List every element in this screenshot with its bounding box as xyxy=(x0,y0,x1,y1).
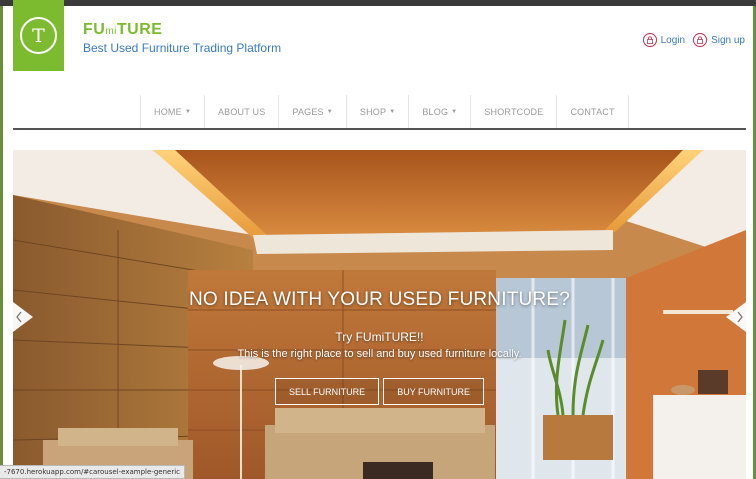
login-link[interactable]: Login xyxy=(642,33,686,47)
login-label: Login xyxy=(660,34,686,46)
nav-item-shop[interactable]: SHOP ▼ xyxy=(345,95,408,128)
brand-name-part2: mi xyxy=(105,26,117,37)
sell-furniture-button[interactable]: SELL FURNITURE xyxy=(275,378,380,405)
carousel-subtext: This is the right place to sell and buy … xyxy=(237,348,522,360)
window-left-edge xyxy=(0,6,3,479)
caret-down-icon: ▼ xyxy=(451,108,458,115)
tagline: Best Used Furniture Trading Platform xyxy=(83,41,282,55)
carousel-headline: NO IDEA WITH YOUR USED FURNITURE? xyxy=(188,289,570,310)
caret-down-icon: ▼ xyxy=(389,108,396,115)
logo-circle-icon: T xyxy=(20,17,57,54)
nav-item-shortcode[interactable]: SHORTCODE xyxy=(470,95,556,128)
lock-icon xyxy=(693,33,708,47)
caret-down-icon: ▼ xyxy=(184,108,191,115)
logo[interactable]: T xyxy=(13,0,64,71)
nav-item-contact[interactable]: CONTACT xyxy=(556,95,629,128)
nav-item-label: SHORTCODE xyxy=(484,106,544,117)
chevron-left-icon xyxy=(13,302,33,332)
brand-name[interactable]: FUmiTURE xyxy=(83,21,162,39)
carousel-subtitle: Try FUmiTURE!! xyxy=(335,330,424,344)
nav-item-blog[interactable]: BLOG ▼ xyxy=(408,95,470,128)
nav-item-label: ABOUT US xyxy=(217,106,266,117)
nav-item-label: PAGES xyxy=(292,106,324,117)
hero-carousel[interactable]: NO IDEA WITH YOUR USED FURNITURE? Try FU… xyxy=(13,150,746,479)
carousel-next-button[interactable] xyxy=(726,302,746,332)
signup-link[interactable]: Sign up xyxy=(693,33,745,47)
carousel-cta-group: SELL FURNITURE BUY FURNITURE xyxy=(275,378,485,405)
carousel-prev-button[interactable] xyxy=(13,302,33,332)
brand-name-part3: TURE xyxy=(116,21,163,38)
main-navigation: HOME ▼ ABOUT US PAGES ▼ SHOP ▼ BLOG ▼ SHORTC… xyxy=(13,95,746,130)
nav-item-pages[interactable]: PAGES ▼ xyxy=(278,95,346,128)
browser-top-strip xyxy=(0,0,756,6)
nav-item-label: SHOP xyxy=(359,106,387,117)
caret-down-icon: ▼ xyxy=(326,108,333,115)
nav-item-home[interactable]: HOME ▼ xyxy=(140,95,204,128)
nav-item-label: HOME xyxy=(154,106,182,117)
logo-letter: T xyxy=(32,24,45,47)
lock-icon xyxy=(642,33,657,47)
browser-status-bar: -7670.herokuapp.com/#carousel-example-ge… xyxy=(0,465,185,479)
nav-item-label: CONTACT xyxy=(570,106,615,117)
buy-furniture-button[interactable]: BUY FURNITURE xyxy=(383,378,485,405)
brand-name-part1: FU xyxy=(83,21,106,38)
nav-item-about-us[interactable]: ABOUT US xyxy=(203,95,278,128)
room-background-image xyxy=(13,150,746,479)
nav-item-label: BLOG xyxy=(422,106,449,117)
chevron-right-icon xyxy=(726,302,746,332)
auth-links: Login Sign up xyxy=(642,33,745,47)
signup-label: Sign up xyxy=(711,34,745,46)
